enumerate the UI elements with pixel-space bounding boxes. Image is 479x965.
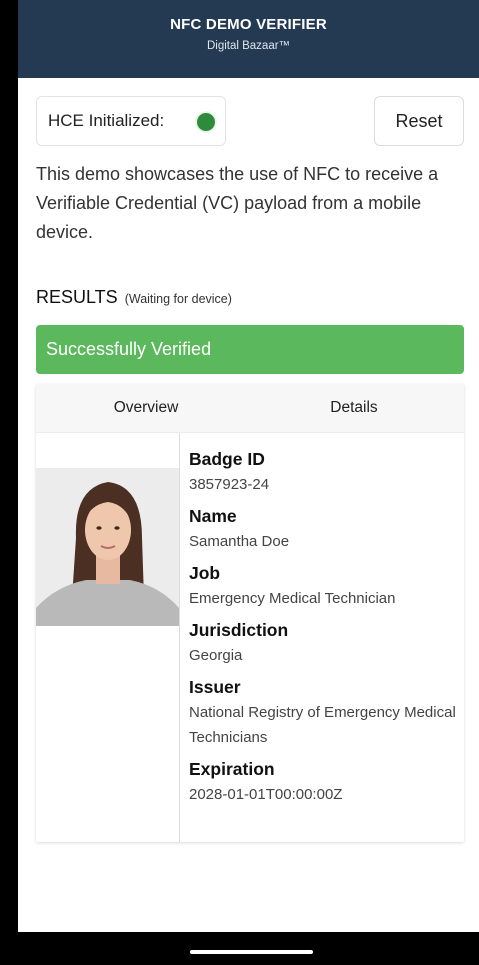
hce-status-indicator-icon bbox=[197, 113, 215, 131]
photo-column bbox=[36, 433, 180, 842]
credential-fields: Badge ID 3857923-24 Name Samantha Doe Jo… bbox=[189, 446, 459, 813]
field-label: Jurisdiction bbox=[189, 620, 289, 640]
field-value: Georgia bbox=[189, 647, 243, 664]
field-badge-id: Badge ID 3857923-24 bbox=[189, 446, 459, 497]
field-label: Expiration bbox=[189, 759, 275, 779]
field-value: 2028-01-01T00:00:00Z bbox=[189, 786, 343, 803]
field-value: 3857923-24 bbox=[189, 476, 270, 493]
app-header: NFC DEMO VERIFIER Digital Bazaar™ bbox=[18, 0, 479, 78]
app-title: NFC DEMO VERIFIER bbox=[170, 16, 327, 33]
field-label: Issuer bbox=[189, 677, 241, 697]
field-value: Emergency Medical Technician bbox=[189, 590, 396, 607]
field-value: National Registry of Emergency Medical T… bbox=[189, 704, 456, 746]
home-gesture-bar[interactable] bbox=[190, 950, 313, 954]
field-expiration: Expiration 2028-01-01T00:00:00Z bbox=[189, 756, 459, 807]
hce-status-label: HCE Initialized: bbox=[48, 111, 165, 130]
results-heading: RESULTS (Waiting for device) bbox=[36, 287, 232, 308]
credential-tabs: Overview Details bbox=[36, 384, 464, 433]
holder-photo bbox=[36, 468, 179, 626]
field-label: Name bbox=[189, 506, 237, 526]
intro-text: This demo showcases the use of NFC to re… bbox=[36, 164, 439, 242]
field-job: Job Emergency Medical Technician bbox=[189, 560, 459, 611]
field-name: Name Samantha Doe bbox=[189, 503, 459, 554]
hce-status-box: HCE Initialized: bbox=[36, 96, 226, 146]
results-title: RESULTS bbox=[36, 287, 118, 307]
field-jurisdiction: Jurisdiction Georgia bbox=[189, 617, 459, 668]
app-subtitle: Digital Bazaar™ bbox=[206, 40, 291, 52]
reset-button[interactable]: Reset bbox=[374, 96, 464, 146]
results-status-note: (Waiting for device) bbox=[124, 292, 232, 306]
field-value: Samantha Doe bbox=[189, 533, 290, 550]
person-portrait-icon bbox=[36, 468, 179, 626]
tab-details[interactable]: Details bbox=[264, 384, 444, 432]
credential-card: Overview Details Badge ID 3857923-24 Nam… bbox=[36, 384, 464, 842]
verification-success-banner: Successfully Verified bbox=[36, 325, 464, 374]
app-screen: NFC DEMO VERIFIER Digital Bazaar™ HCE In… bbox=[18, 0, 479, 932]
field-issuer: Issuer National Registry of Emergency Me… bbox=[189, 674, 459, 750]
tab-overview[interactable]: Overview bbox=[56, 384, 236, 432]
field-label: Badge ID bbox=[189, 449, 265, 469]
field-label: Job bbox=[189, 563, 221, 583]
